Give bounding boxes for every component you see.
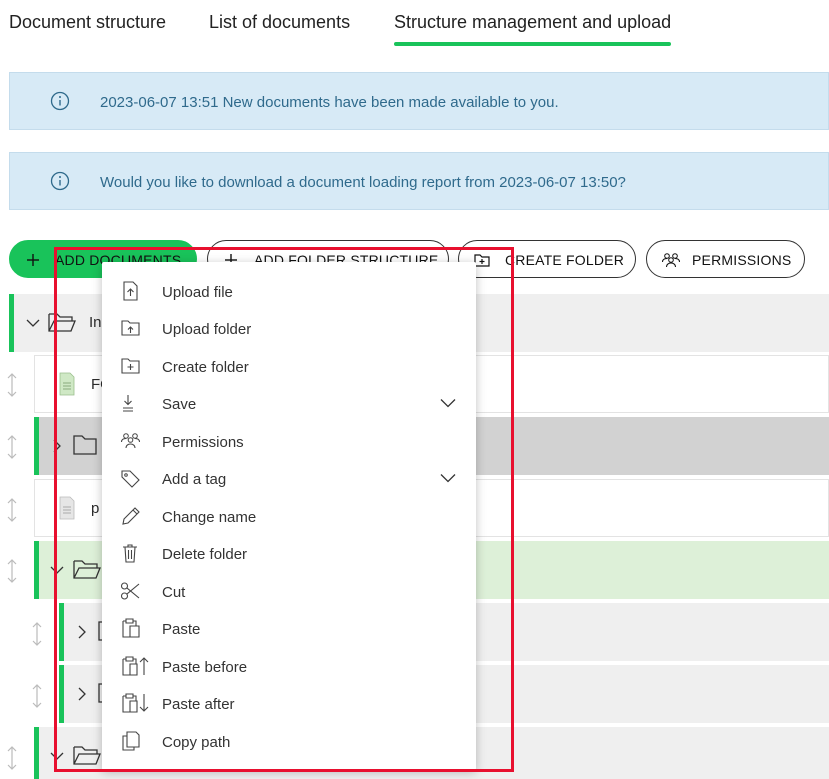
tab-document-structure[interactable]: Document structure <box>9 12 166 33</box>
row-accent-bar <box>34 727 39 779</box>
drag-handle-icon[interactable] <box>5 558 19 584</box>
row-accent-bar <box>34 541 39 599</box>
info-alert-new-documents: 2023-06-07 13:51 New documents have been… <box>9 72 829 130</box>
row-accent-bar <box>9 294 14 352</box>
drag-handle-icon[interactable] <box>5 434 19 460</box>
chevron-down-icon[interactable] <box>26 318 40 328</box>
row-accent-bar <box>34 417 39 475</box>
tab-structure-management[interactable]: Structure management and upload <box>394 12 672 46</box>
drag-handle-icon[interactable] <box>5 497 19 523</box>
create-folder-label: CREATE FOLDER <box>505 252 625 268</box>
permissions-button[interactable]: PERMISSIONS <box>646 240 805 278</box>
plus-icon <box>27 254 39 266</box>
tab-list-of-documents[interactable]: List of documents <box>209 12 350 33</box>
alert-text: 2023-06-07 13:51 New documents have been… <box>100 94 559 111</box>
permissions-label: PERMISSIONS <box>692 252 792 268</box>
drag-handle-icon[interactable] <box>5 745 19 771</box>
drag-handle-icon[interactable] <box>30 683 44 709</box>
info-alert-download-report: Would you like to download a document lo… <box>9 152 829 210</box>
drag-handle-icon[interactable] <box>5 372 19 398</box>
drag-handle-icon[interactable] <box>30 621 44 647</box>
highlight-frame <box>54 247 514 772</box>
permissions-icon <box>662 253 680 268</box>
info-icon <box>50 171 70 191</box>
alert-text[interactable]: Would you like to download a document lo… <box>100 174 626 191</box>
info-icon <box>50 91 70 111</box>
